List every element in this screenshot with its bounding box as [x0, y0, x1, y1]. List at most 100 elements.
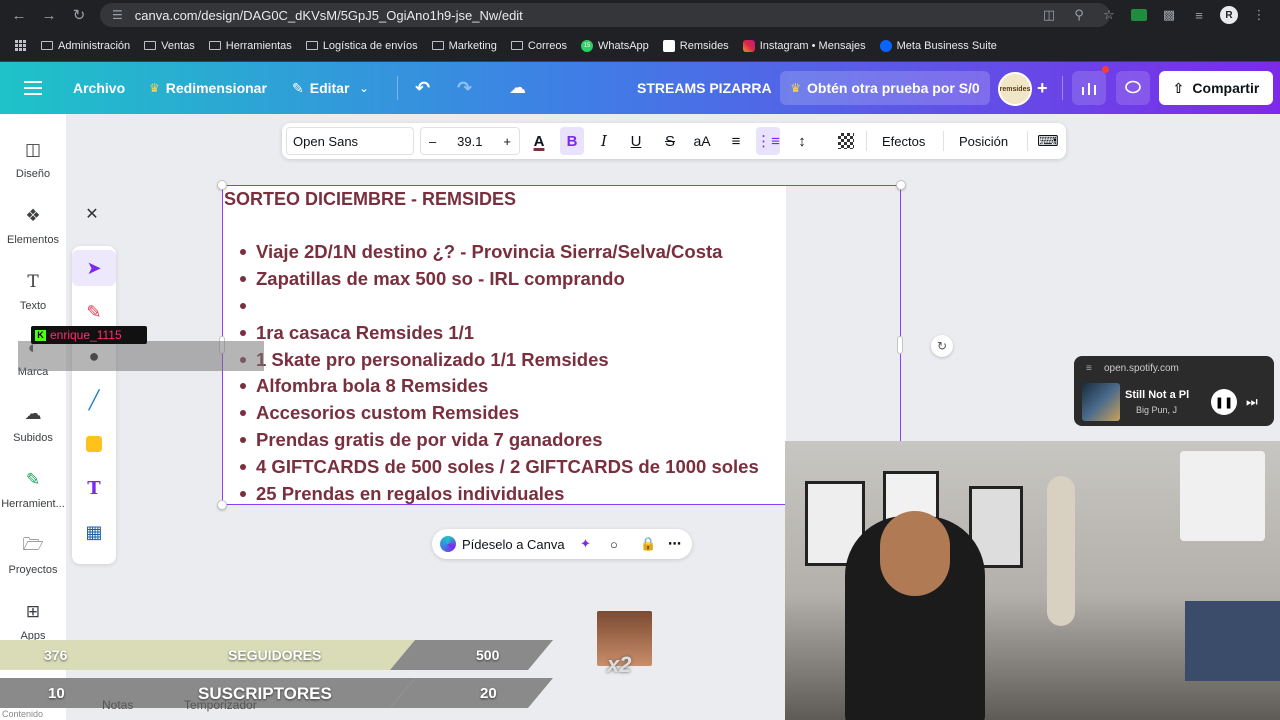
font-size-value[interactable]: 39.1	[457, 134, 482, 149]
font-size-control: – 39.1 +	[420, 127, 520, 155]
highlighter-icon[interactable]: ╱	[72, 382, 116, 418]
decrease-size-button[interactable]: –	[429, 134, 436, 149]
sidebar-item-text[interactable]: T Texto	[0, 270, 66, 312]
underline-icon[interactable]: U	[624, 127, 648, 155]
sticky-note-icon[interactable]	[72, 426, 116, 462]
strikethrough-icon[interactable]: S	[658, 127, 682, 155]
bookmark-folder[interactable]: Logística de envíos	[299, 34, 425, 58]
ask-canva-button[interactable]: Pídeselo a Canva	[462, 537, 565, 552]
pen-icon[interactable]: ✎	[72, 294, 116, 330]
comment-add-icon[interactable]: ○	[610, 537, 618, 552]
resize-handle[interactable]	[896, 180, 906, 190]
insights-chart-icon[interactable]	[1072, 71, 1106, 105]
hamburger-menu-icon[interactable]	[24, 62, 42, 114]
sidebar-item-apps[interactable]: ⊞ Apps	[0, 600, 66, 642]
bulleted-list-icon[interactable]: ⋮≡	[756, 127, 780, 155]
select-pointer-icon[interactable]: ➤	[72, 250, 116, 286]
track-artist: Big Pun, J	[1136, 405, 1178, 415]
resize-handle[interactable]	[217, 500, 227, 510]
bookmark-folder[interactable]: Herramientas	[202, 34, 299, 58]
edit-menu[interactable]: ✎ Editar ⌄	[292, 62, 369, 114]
bookmark-folder[interactable]: Ventas	[137, 34, 202, 58]
track-title: Still Not a Pl	[1125, 389, 1190, 401]
share-button[interactable]: ⇧ Compartir	[1159, 71, 1273, 105]
font-family-dropdown[interactable]: Open Sans	[286, 127, 414, 155]
letter-case-icon[interactable]: aA	[690, 127, 714, 155]
subscribers-goal-bar: 10 SUSCRIPTORES 20	[0, 678, 555, 708]
sidebar-item-design[interactable]: ◫ Diseño	[0, 138, 66, 180]
add-member-icon[interactable]: +	[1037, 62, 1048, 114]
overlay-dim-band	[18, 341, 264, 371]
reload-icon[interactable]: ↻	[66, 2, 92, 28]
next-track-icon[interactable]: ⏭	[1246, 394, 1258, 410]
site-info-icon[interactable]: ☰	[112, 8, 123, 22]
align-left-icon[interactable]: ≡	[724, 127, 748, 155]
bold-icon[interactable]: B	[560, 127, 584, 155]
star-icon[interactable]: ☆	[1096, 3, 1122, 27]
bookmark-folder[interactable]: Correos	[504, 34, 574, 58]
back-icon[interactable]: ←	[6, 2, 32, 28]
extensions-icon[interactable]: ▩	[1156, 3, 1182, 27]
redo-icon[interactable]: ↷	[457, 62, 472, 114]
footer-timer[interactable]: Temporizador	[184, 698, 257, 712]
comment-icon[interactable]	[1116, 71, 1150, 105]
bookmark-folder[interactable]: Marketing	[425, 34, 504, 58]
effects-button[interactable]: Efectos	[882, 127, 925, 155]
cast-icon: ≡	[1086, 363, 1092, 374]
footer-notes[interactable]: Notas	[102, 698, 133, 712]
design-title[interactable]: STREAMS PIZARRA	[637, 62, 772, 114]
folder-icon	[41, 41, 53, 50]
media-control-icon[interactable]: ≡	[1186, 3, 1212, 27]
bookmark-folder[interactable]: Administración	[34, 34, 137, 58]
canva-header: Archivo ♛ Redimensionar ✎ Editar ⌄ ↶ ↷ ☁ ST…	[0, 62, 1280, 114]
spacing-icon[interactable]: ↕	[790, 127, 814, 155]
list-item: Alfombra bola 8 Remsides	[240, 373, 759, 400]
spotify-mini-player: ≡ open.spotify.com Still Not a Pl Big Pu…	[1074, 356, 1274, 426]
list-item: Zapatillas de max 500 so - IRL comprando	[240, 266, 759, 293]
rotate-icon[interactable]: ↻	[931, 335, 953, 357]
trial-promo-button[interactable]: ♛ Obtén otra prueba por S/0	[780, 71, 990, 105]
bookmark-remsides[interactable]: Remsides	[656, 34, 736, 58]
prize-list[interactable]: Viaje 2D/1N destino ¿? - Provincia Sierr…	[240, 239, 759, 507]
resize-button[interactable]: ♛ Redimensionar	[149, 62, 267, 114]
apps-grid-icon[interactable]	[8, 34, 34, 58]
footer-content-label[interactable]: Contenido	[2, 709, 43, 719]
tools-icon: ✎	[25, 470, 41, 489]
extension-green-icon[interactable]	[1126, 3, 1152, 27]
magic-wand-icon[interactable]: ✦	[580, 536, 591, 552]
sidebar-item-uploads[interactable]: ☁ Subidos	[0, 402, 66, 444]
table-icon[interactable]: ▦	[72, 514, 116, 550]
cloud-saved-icon[interactable]: ☁	[509, 62, 526, 114]
increase-size-button[interactable]: +	[503, 134, 511, 149]
zoom-icon[interactable]: ⚲	[1066, 3, 1092, 27]
text-color-icon[interactable]: A	[527, 127, 551, 155]
transparency-icon[interactable]	[834, 127, 858, 155]
menu-kebab-icon[interactable]: ⋮	[1246, 3, 1272, 27]
lock-icon[interactable]: 🔒	[640, 536, 656, 552]
sidebar-item-projects[interactable]: 🗁 Proyectos	[0, 534, 66, 577]
sidebar-item-tools[interactable]: ✎ Herramient...	[0, 468, 66, 510]
crown-icon: ♛	[149, 81, 160, 95]
url-bar[interactable]: ☰ canva.com/design/DAG0C_dKVsM/5GpJ5_Ogi…	[100, 3, 1110, 27]
paint-format-icon[interactable]: ⌨	[1036, 127, 1060, 155]
forward-icon[interactable]: →	[36, 2, 62, 28]
italic-icon[interactable]: I	[592, 127, 616, 155]
team-avatar[interactable]: remsides	[998, 72, 1032, 106]
translate-icon[interactable]: ◫	[1036, 3, 1062, 27]
bookmark-meta[interactable]: Meta Business Suite	[873, 34, 1004, 58]
undo-icon[interactable]: ↶	[415, 62, 430, 114]
text-tool-icon[interactable]: T	[72, 470, 116, 506]
pause-icon[interactable]: ❚❚	[1211, 389, 1237, 415]
bookmark-instagram[interactable]: Instagram • Mensajes	[736, 34, 873, 58]
document-title[interactable]: SORTEO DICIEMBRE - REMSIDES	[224, 189, 516, 210]
close-icon[interactable]: ✕	[80, 202, 104, 226]
profile-avatar[interactable]: R	[1216, 3, 1242, 27]
apps-icon: ⊞	[25, 602, 41, 621]
sidebar-item-elements[interactable]: ❖ Elementos	[0, 204, 66, 246]
position-button[interactable]: Posición	[959, 127, 1008, 155]
file-menu[interactable]: Archivo	[73, 62, 125, 114]
bookmark-whatsapp[interactable]: 15 WhatsApp	[574, 34, 656, 58]
more-options-icon[interactable]: ⋯	[668, 536, 681, 552]
side-resize-handle[interactable]	[897, 336, 903, 354]
instagram-icon	[742, 39, 755, 52]
